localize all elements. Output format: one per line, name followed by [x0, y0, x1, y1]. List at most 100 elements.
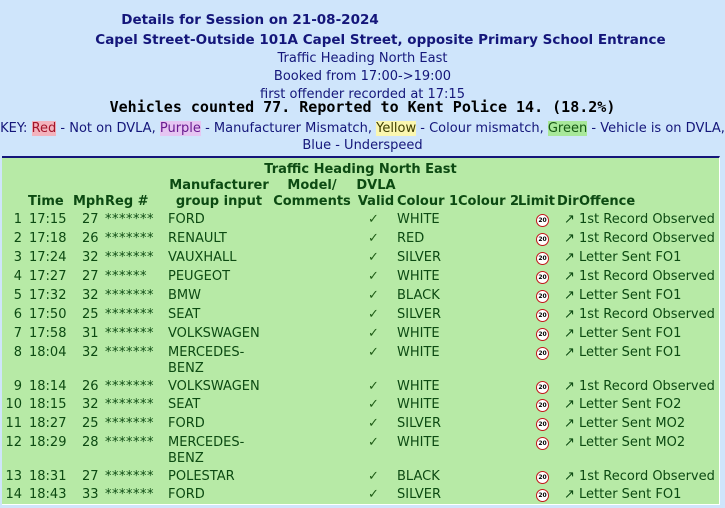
row-colour1: WHITE	[397, 212, 440, 227]
row-colour1: WHITE	[397, 397, 440, 412]
row-offence: 1st Record Observed	[579, 307, 715, 322]
row-colour1: SILVER	[397, 416, 442, 431]
row-reg: *******	[105, 326, 154, 341]
session-title: Details for Session on 21-08-2024	[121, 12, 379, 28]
row-colour1: SILVER	[397, 250, 442, 265]
row-manufacturer: BMW	[168, 288, 201, 303]
direction-arrow-icon: ↗	[564, 487, 575, 502]
row-time: 18:29	[29, 435, 67, 450]
key-yellow-desc: - Colour mismatch,	[420, 121, 544, 136]
key-purple: Purple	[159, 121, 201, 136]
header-mph: Mph	[73, 194, 105, 209]
row-time: 17:27	[29, 269, 67, 284]
session-booked: Booked from 17:00->19:00	[273, 69, 452, 84]
row-manufacturer: POLESTAR	[168, 469, 235, 484]
direction-arrow-icon: ↗	[564, 250, 575, 265]
row-mph: 28	[82, 435, 99, 450]
row-manufacturer: SEAT	[168, 307, 201, 322]
header-colour2: Colour 2	[458, 194, 520, 209]
direction-arrow-icon: ↗	[564, 469, 575, 484]
row-number: 5	[13, 288, 22, 303]
row-offence: Letter Sent MO2	[579, 416, 686, 431]
row-time: 17:58	[29, 326, 67, 341]
direction-arrow-icon: ↗	[564, 269, 575, 284]
header-dir: Dir	[557, 194, 579, 209]
session-direction: Traffic Heading North East	[277, 51, 448, 66]
row-manufacturer: MERCEDES-	[168, 435, 245, 450]
row-number: 11	[5, 416, 22, 431]
row-offence: Letter Sent FO1	[579, 345, 682, 360]
row-number: 6	[13, 307, 22, 322]
row-reg: *******	[105, 416, 154, 431]
row-time: 18:15	[29, 397, 67, 412]
dvla-valid-icon: ✓	[368, 416, 379, 431]
header-offence: Offence	[579, 194, 636, 209]
row-number: 3	[13, 250, 22, 265]
row-manufacturer: FORD	[168, 212, 205, 227]
table-title: Traffic Heading North East	[264, 162, 457, 177]
row-number: 9	[13, 379, 22, 394]
row-reg: *******	[105, 345, 154, 360]
row-offence: Letter Sent FO1	[579, 288, 682, 303]
row-reg: *******	[105, 288, 154, 303]
dvla-valid-icon: ✓	[368, 231, 379, 246]
dvla-valid-icon: ✓	[368, 212, 379, 227]
row-manufacturer: MERCEDES-	[168, 345, 245, 360]
speed-limit-value: 20	[536, 471, 549, 484]
row-offence: 1st Record Observed	[579, 231, 715, 246]
direction-arrow-icon: ↗	[564, 345, 575, 360]
row-number: 8	[13, 345, 22, 360]
colour-key: KEY: Red - Not on DVLA, Purple - Manufac…	[0, 120, 725, 154]
direction-arrow-icon: ↗	[564, 416, 575, 431]
row-manufacturer: VOLKSWAGEN	[168, 326, 260, 341]
speed-limit-value: 20	[536, 328, 549, 341]
row-time: 18:27	[29, 416, 67, 431]
row-mph: 25	[82, 416, 99, 431]
dvla-valid-icon: ✓	[368, 307, 379, 322]
speed-limit-value: 20	[536, 418, 549, 431]
row-offence: Letter Sent FO1	[579, 326, 682, 341]
row-offence: 1st Record Observed	[579, 212, 715, 227]
dvla-valid-icon: ✓	[368, 345, 379, 360]
row-mph: 32	[82, 250, 99, 265]
direction-arrow-icon: ↗	[564, 379, 575, 394]
row-time: 18:43	[29, 487, 67, 502]
row-mph: 32	[82, 345, 99, 360]
key-red: Red	[31, 121, 57, 136]
row-reg: *******	[105, 435, 154, 450]
speed-limit-value: 20	[536, 347, 549, 360]
row-time: 18:14	[29, 379, 67, 394]
dvla-valid-icon: ✓	[368, 379, 379, 394]
row-number: 1	[13, 212, 22, 227]
row-number: 13	[5, 469, 22, 484]
dvla-valid-icon: ✓	[368, 269, 379, 284]
row-offence: 1st Record Observed	[579, 469, 715, 484]
row-colour1: WHITE	[397, 326, 440, 341]
row-manufacturer: VAUXHALL	[168, 250, 237, 265]
speed-limit-value: 20	[536, 489, 549, 502]
row-mph: 32	[82, 288, 99, 303]
row-manufacturer: SEAT	[168, 397, 201, 412]
key-blue: Blue	[302, 138, 332, 153]
row-number: 2	[13, 231, 22, 246]
header-dvla: DVLA Valid	[356, 178, 396, 209]
row-colour1: SILVER	[397, 487, 442, 502]
row-reg: *******	[105, 307, 154, 322]
row-manufacturer: FORD	[168, 416, 205, 431]
row-reg: *******	[105, 212, 154, 227]
row-offence: Letter Sent MO2	[579, 435, 686, 450]
speed-limit-value: 20	[536, 271, 549, 284]
row-reg: *******	[105, 250, 154, 265]
row-mph: 32	[82, 397, 99, 412]
header-model: Model/ Comments	[273, 178, 351, 209]
header-colour1: Colour 1	[397, 194, 459, 209]
row-time: 18:04	[29, 345, 67, 360]
row-reg: *******	[105, 487, 154, 502]
row-mph: 33	[82, 487, 99, 502]
dvla-valid-icon: ✓	[368, 469, 379, 484]
row-colour1: BLACK	[397, 469, 440, 484]
header-manufacturer: Manufacturer group input	[169, 178, 269, 209]
row-number: 12	[5, 435, 22, 450]
header-reg: Reg #	[105, 194, 149, 209]
speed-limit-value: 20	[536, 233, 549, 246]
